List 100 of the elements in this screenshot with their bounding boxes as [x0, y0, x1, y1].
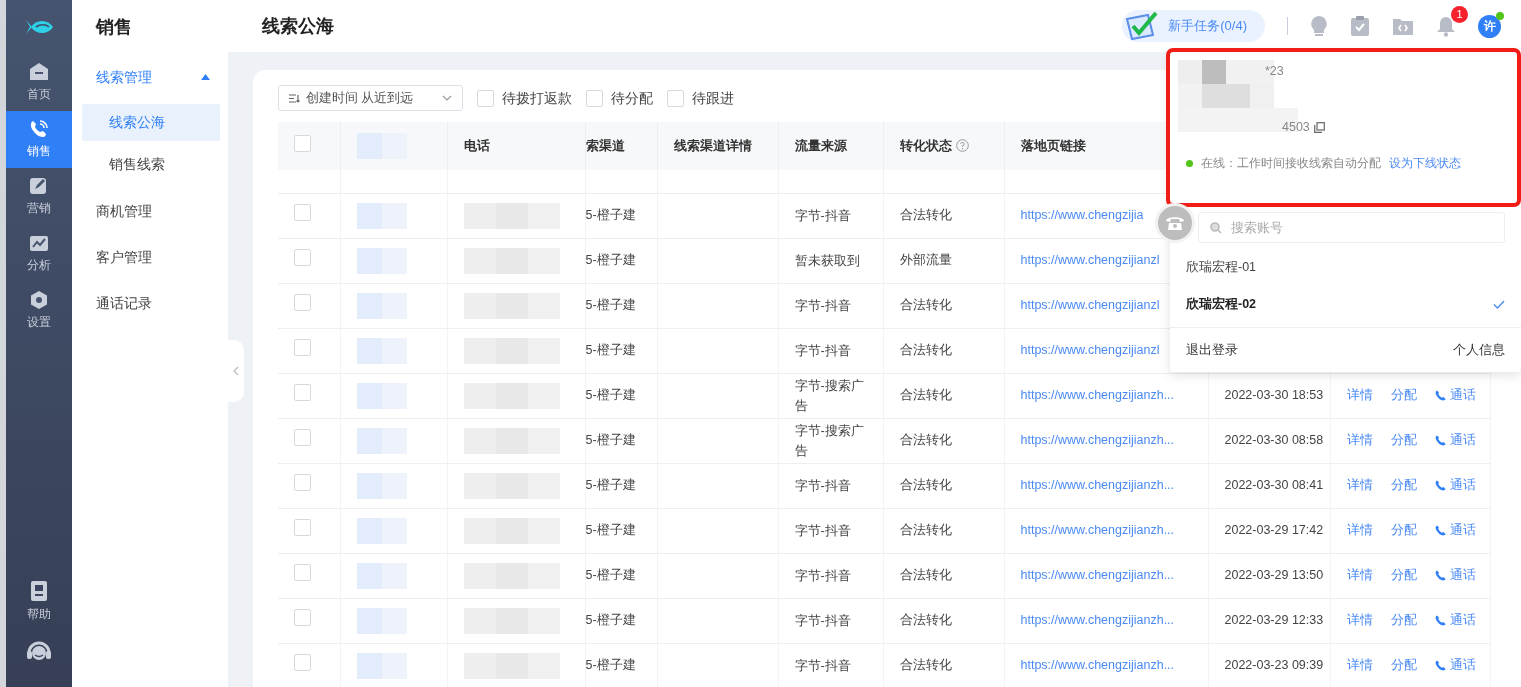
table-cell-text: 字节-抖音	[794, 567, 851, 585]
table-cell: 2022-03-23 09:39	[1208, 643, 1330, 687]
headset-icon[interactable]	[26, 640, 52, 662]
profile-link[interactable]: 个人信息	[1453, 340, 1505, 360]
action-link[interactable]: 详情	[1346, 476, 1373, 495]
landing-page-link[interactable]: https://www.chengzijia	[1020, 208, 1144, 223]
checkbox[interactable]	[294, 249, 311, 267]
landing-page-link[interactable]: https://www.chengzijianzl	[1020, 343, 1160, 358]
landing-page-link[interactable]: https://www.chengzijianzh...	[1020, 433, 1175, 448]
landing-page-link[interactable]: https://www.chengzijianzl	[1020, 298, 1160, 313]
call-link[interactable]: 通话	[1434, 656, 1476, 675]
checkbox[interactable]	[294, 609, 311, 627]
action-link[interactable]: 分配	[1390, 566, 1417, 585]
table-cell: 2022-03-29 17:42	[1208, 508, 1330, 553]
action-link[interactable]: 分配	[1390, 431, 1417, 450]
settings-icon	[29, 290, 49, 310]
masked-id: 4503	[1282, 119, 1310, 136]
search-field[interactable]: 搜索账号	[1198, 212, 1505, 243]
task-button[interactable]: 新手任务(0/4)	[1122, 10, 1265, 42]
call-link[interactable]: 通话	[1434, 611, 1476, 630]
rail-tab[interactable]: 销售	[6, 111, 72, 168]
avatar[interactable]: 许	[1478, 14, 1501, 38]
checkbox[interactable]	[586, 89, 603, 107]
table-cell: 5-橙子建	[585, 283, 657, 328]
call-link[interactable]: 通话	[1434, 431, 1476, 450]
checkbox[interactable]	[294, 429, 311, 447]
folder-code-icon[interactable]	[1392, 16, 1414, 36]
table-cell: 外部流量	[883, 238, 1004, 283]
checkbox[interactable]	[294, 474, 311, 492]
phone-icon	[1434, 615, 1446, 626]
checkbox[interactable]	[294, 384, 311, 402]
table-cell: 5-橙子建	[585, 418, 657, 463]
table-cell: 5-橙子建	[585, 238, 657, 283]
checkbox[interactable]	[294, 294, 311, 312]
call-link[interactable]: 通话	[1434, 386, 1476, 405]
rail-tab[interactable]: 首页	[6, 54, 72, 111]
logout-link[interactable]: 退出登录	[1186, 340, 1238, 360]
rail-tab[interactable]: 设置	[6, 282, 72, 339]
bell-icon[interactable]	[1436, 15, 1456, 37]
checkbox[interactable]	[294, 654, 311, 672]
call-link[interactable]: 通话	[1434, 476, 1476, 495]
redacted-block	[356, 382, 407, 409]
rail-tab[interactable]: 分析	[6, 225, 72, 282]
action-link[interactable]: 分配	[1390, 386, 1417, 405]
action-link[interactable]: 详情	[1346, 611, 1373, 630]
action-link[interactable]: 详情	[1346, 431, 1373, 450]
account-item[interactable]: 欣瑞宏程-02	[1170, 286, 1521, 323]
table-cell: 5-橙子建	[585, 328, 657, 373]
menu-item[interactable]: 通话记录	[82, 280, 220, 326]
phone-icon	[1434, 435, 1446, 446]
notification-badge: 1	[1451, 6, 1468, 23]
checkbox[interactable]	[294, 339, 311, 357]
call-link[interactable]: 通话	[1434, 566, 1476, 585]
landing-page-link[interactable]: https://www.chengzijianzh...	[1020, 523, 1175, 538]
phone-icon	[1434, 570, 1446, 581]
checkbox-label: 待跟进	[692, 88, 734, 108]
checkbox[interactable]	[294, 564, 311, 582]
table-cell-text: 字节-抖音	[794, 657, 851, 675]
landing-page-link[interactable]: https://www.chengzijianzh...	[1020, 478, 1175, 493]
rail-tab[interactable]: 帮助	[6, 573, 72, 630]
checkbox[interactable]	[477, 89, 494, 107]
account-item[interactable]: 欣瑞宏程-01	[1170, 249, 1521, 286]
clipboard-check-icon[interactable]	[1350, 15, 1370, 37]
table-cell: 2022-03-29 12:33	[1208, 598, 1330, 643]
status-toggle-link[interactable]: 设为下线状态	[1389, 154, 1461, 172]
collapse-handle[interactable]	[228, 340, 244, 402]
landing-page-link[interactable]: https://www.chengzijianzh...	[1020, 568, 1175, 583]
menu-item[interactable]: 商机管理	[82, 188, 220, 234]
lightbulb-icon[interactable]	[1310, 15, 1328, 37]
call-link[interactable]: 通话	[1434, 521, 1476, 540]
action-link[interactable]: 详情	[1346, 521, 1373, 540]
action-link[interactable]: 分配	[1390, 611, 1417, 630]
redacted-block	[356, 247, 407, 274]
checkbox[interactable]	[667, 89, 684, 107]
menu-item[interactable]: 客户管理	[82, 234, 220, 280]
column-header: 线索渠道详情	[657, 122, 778, 170]
checkbox[interactable]	[294, 204, 311, 222]
landing-page-link[interactable]: https://www.chengzijianzh...	[1020, 658, 1175, 673]
redacted-block	[356, 517, 407, 544]
rail-tab[interactable]: 营销	[6, 168, 72, 225]
action-link[interactable]: 分配	[1390, 656, 1417, 675]
checkbox[interactable]	[294, 134, 311, 152]
copy-icon[interactable]	[1313, 121, 1325, 133]
action-link[interactable]: 分配	[1390, 521, 1417, 540]
action-link[interactable]: 分配	[1390, 476, 1417, 495]
checkbox[interactable]	[294, 519, 311, 537]
landing-page-link[interactable]: https://www.chengzijianzh...	[1020, 613, 1175, 628]
phone-icon	[1434, 390, 1446, 401]
menu-group[interactable]: 线索管理	[82, 54, 220, 100]
action-link[interactable]: 详情	[1346, 386, 1373, 405]
landing-page-link[interactable]: https://www.chengzijianzl	[1020, 253, 1160, 268]
landing-page-link[interactable]: https://www.chengzijianzh...	[1020, 388, 1175, 403]
redacted-block	[356, 607, 407, 634]
menu-item[interactable]: 线索公海	[82, 104, 220, 141]
table-cell: 合法转化	[883, 373, 1004, 418]
menu-item[interactable]: 销售线索	[82, 146, 220, 183]
table-cell: 合法转化	[883, 553, 1004, 598]
action-link[interactable]: 详情	[1346, 656, 1373, 675]
action-link[interactable]: 详情	[1346, 566, 1373, 585]
sort-select[interactable]: 创建时间 从近到远	[278, 85, 463, 111]
